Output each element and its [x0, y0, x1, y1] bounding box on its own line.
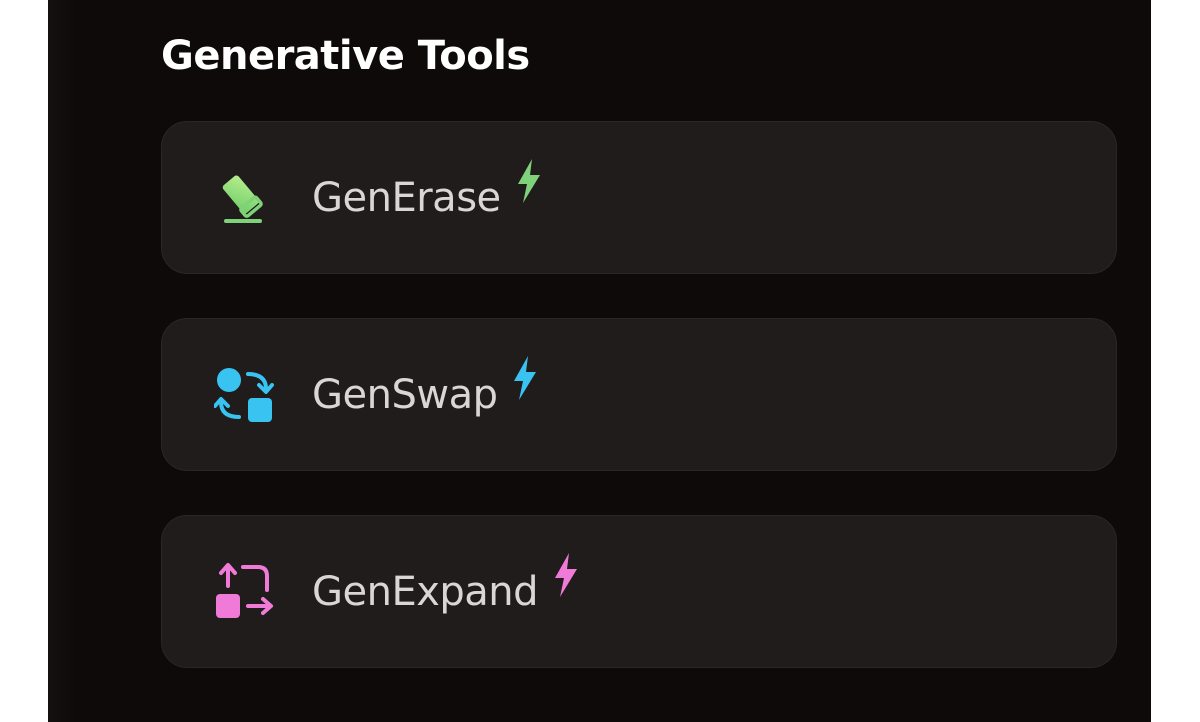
tool-list: GenErase GenSwap GenExpand: [161, 121, 1117, 668]
section-title: Generative Tools: [161, 33, 530, 79]
genexpand-button[interactable]: GenExpand: [161, 515, 1117, 668]
lightning-icon: [552, 552, 580, 597]
expand-icon: [214, 562, 274, 622]
generative-tools-panel: Generative Tools GenErase GenSwap GenExp…: [48, 0, 1151, 722]
lightning-icon: [515, 158, 543, 203]
swap-icon: [214, 365, 274, 425]
genswap-button[interactable]: GenSwap: [161, 318, 1117, 471]
genexpand-label: GenExpand: [312, 568, 539, 615]
genswap-label: GenSwap: [312, 371, 498, 418]
generase-button[interactable]: GenErase: [161, 121, 1117, 274]
lightning-icon: [511, 355, 539, 400]
eraser-icon: [214, 168, 274, 228]
generase-label: GenErase: [312, 174, 501, 221]
